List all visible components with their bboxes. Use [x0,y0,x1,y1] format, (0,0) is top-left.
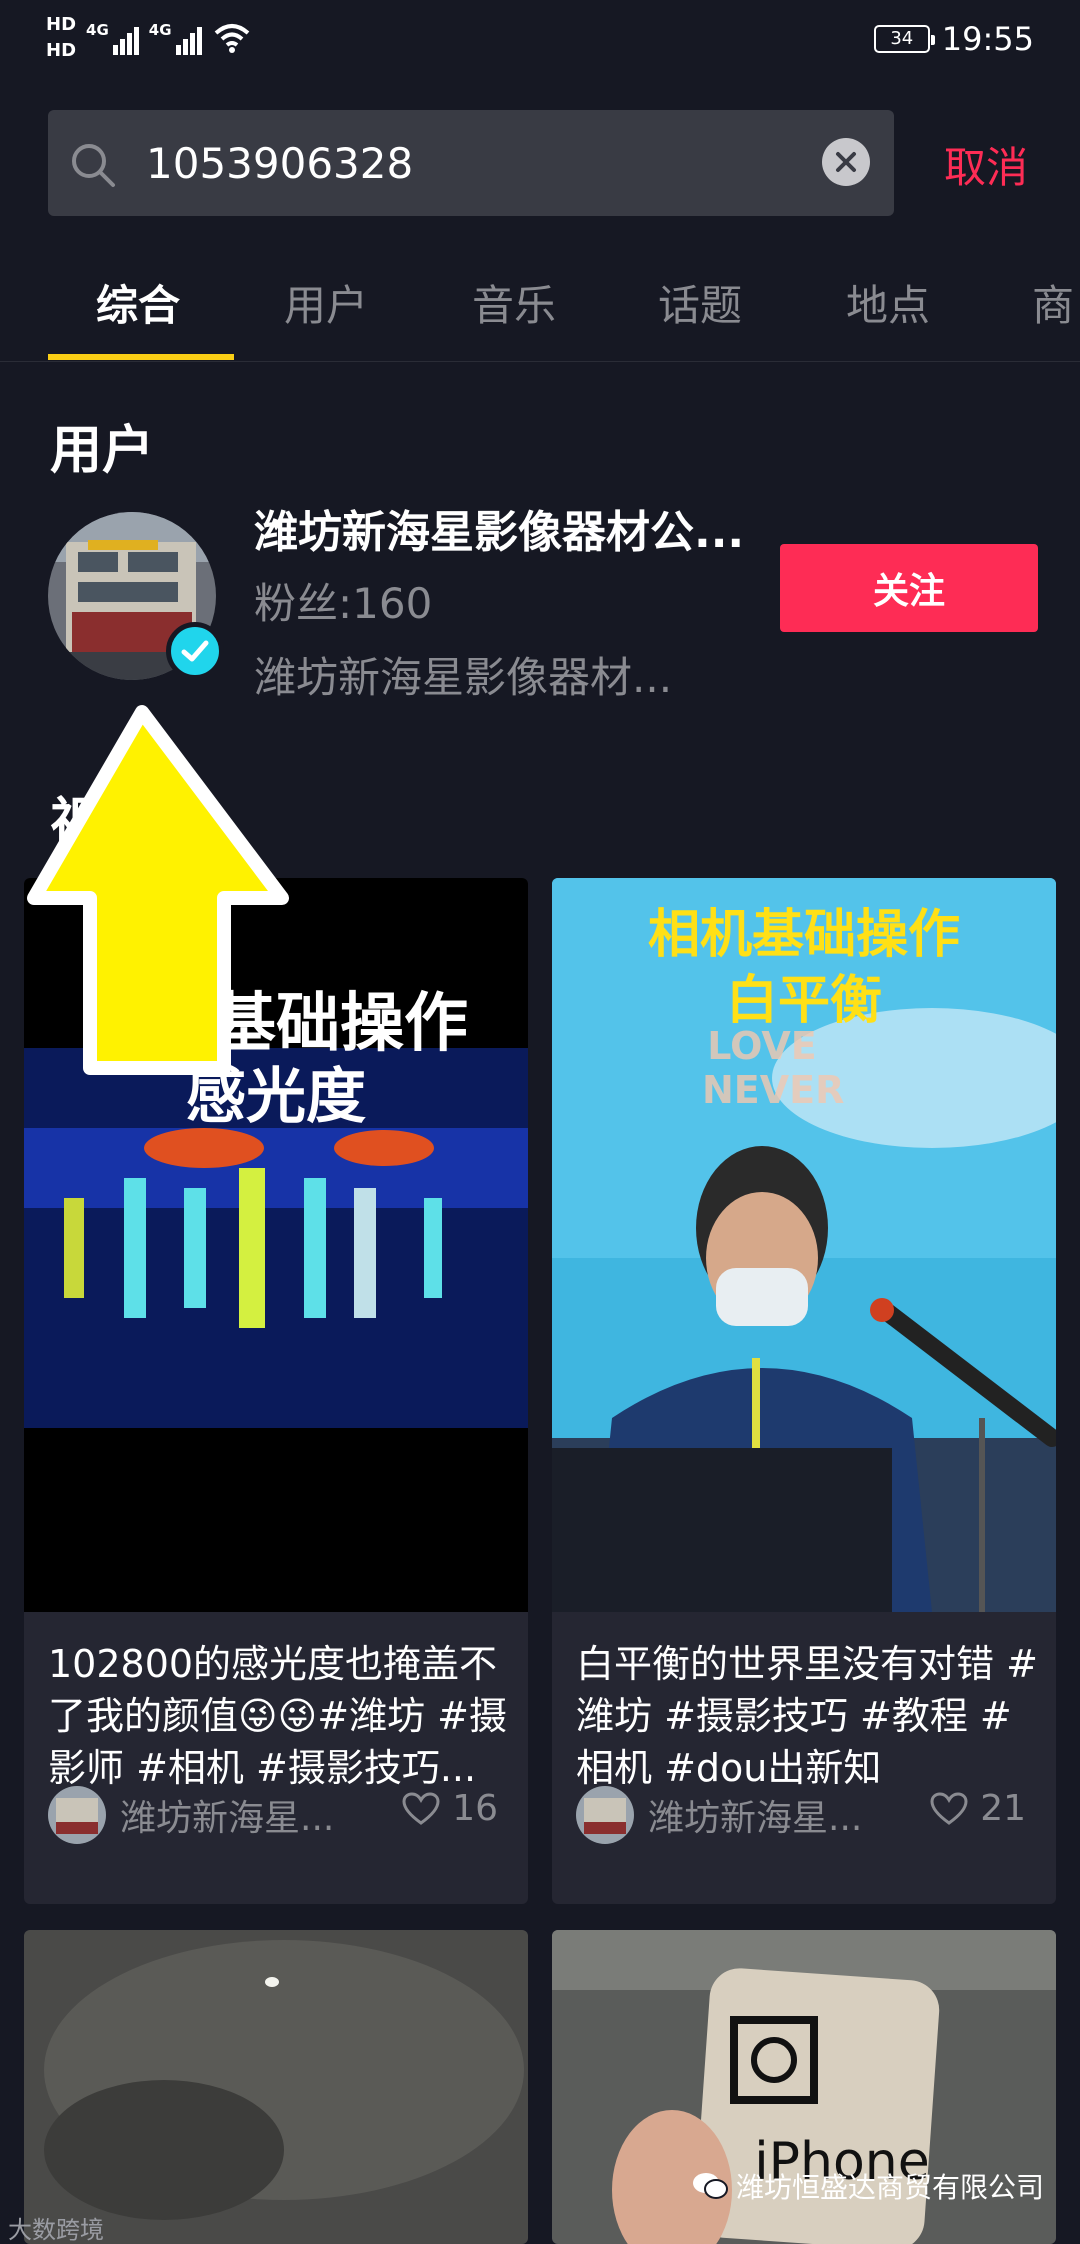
heart-icon [930,1791,968,1825]
clock: 19:55 [941,20,1034,58]
watermark-right-text: 潍坊恒盛达商贸有限公司 [735,2171,1044,2204]
verified-icon [166,622,224,680]
watermark-left: 大数跨境 [8,2216,104,2244]
tab-topics[interactable]: 话题 [658,272,742,333]
tab-indicator [48,354,234,360]
tab-comprehensive[interactable]: 综合 [96,272,180,333]
battery-icon: 34 [873,25,935,53]
like-count: 16 [452,1788,498,1829]
avatar[interactable] [576,1786,634,1844]
arrow-annotation [27,705,289,1075]
user-fans-count: 粉丝:160 [254,579,433,628]
tab-music[interactable]: 音乐 [472,272,556,333]
author-name: 潍坊新海星... [120,1798,335,1839]
user-description: 潍坊新海星影像器材... [254,653,673,702]
video-card[interactable]: 相机基础操作 白平衡 LOVE NEVER 白平衡的世界里没有对错 #潍坊 #摄… [552,878,1056,1904]
user-avatar-wrap[interactable] [48,512,224,684]
status-left: HD HD 4G 4G [46,14,252,62]
video-author[interactable]: 潍坊新海星... [576,1786,862,1844]
user-name[interactable]: 潍坊新海星影像器材公... [254,496,774,560]
cancel-button[interactable]: 取消 [944,134,1028,195]
video-likes[interactable]: 16 [402,1788,498,1829]
signal-icon-1: 4G [86,21,139,55]
video-description: 白平衡的世界里没有对错 #潍坊 #摄影技巧 #教程 #相机 #dou出新知 [576,1642,1038,1790]
status-bar: HD HD 4G 4G 34 19:55 [0,0,1080,90]
wechat-icon [692,2173,728,2199]
clear-search-button[interactable] [822,138,870,186]
hd-badge-2: HD [46,40,77,61]
video-card[interactable] [24,1930,528,2244]
hd-badge-1: HD [46,14,77,35]
avatar[interactable] [48,1786,106,1844]
like-count: 21 [980,1788,1026,1829]
video-author[interactable]: 潍坊新海星... [48,1786,334,1844]
background-text: LOVE NEVER [702,1024,845,1112]
tab-goods[interactable]: 商 [1032,272,1074,333]
tab-users[interactable]: 用户 [284,272,368,333]
tab-places[interactable]: 地点 [846,272,930,333]
author-name: 潍坊新海星... [648,1798,863,1839]
video-overlay-subtitle: 白平衡 [725,971,882,1031]
users-section-title: 用户 [50,421,155,481]
search-box[interactable] [48,110,894,216]
status-right: 34 19:55 [873,20,1034,58]
signal-icon-2: 4G [149,21,202,55]
heart-icon [402,1791,440,1825]
video-thumbnail[interactable] [24,1930,528,2244]
search-tabs: 综合 用户 音乐 话题 地点 商 [0,262,1080,362]
follow-button[interactable]: 关注 [780,544,1038,632]
wifi-icon [214,24,249,53]
video-thumbnail[interactable]: 相机基础操作 白平衡 LOVE NEVER [552,878,1056,1612]
video-overlay-title: 相机基础操作 [647,905,960,965]
clear-icon [836,152,856,172]
video-likes[interactable]: 21 [930,1788,1026,1829]
video-description: 102800的感光度也掩盖不了我的颜值😜😜#潍坊 #摄影师 #相机 #摄影技巧.… [48,1642,507,1790]
search-input[interactable] [146,110,746,216]
search-icon [72,144,115,187]
watermark-right: 潍坊恒盛达商贸有限公司 [692,2166,1044,2206]
